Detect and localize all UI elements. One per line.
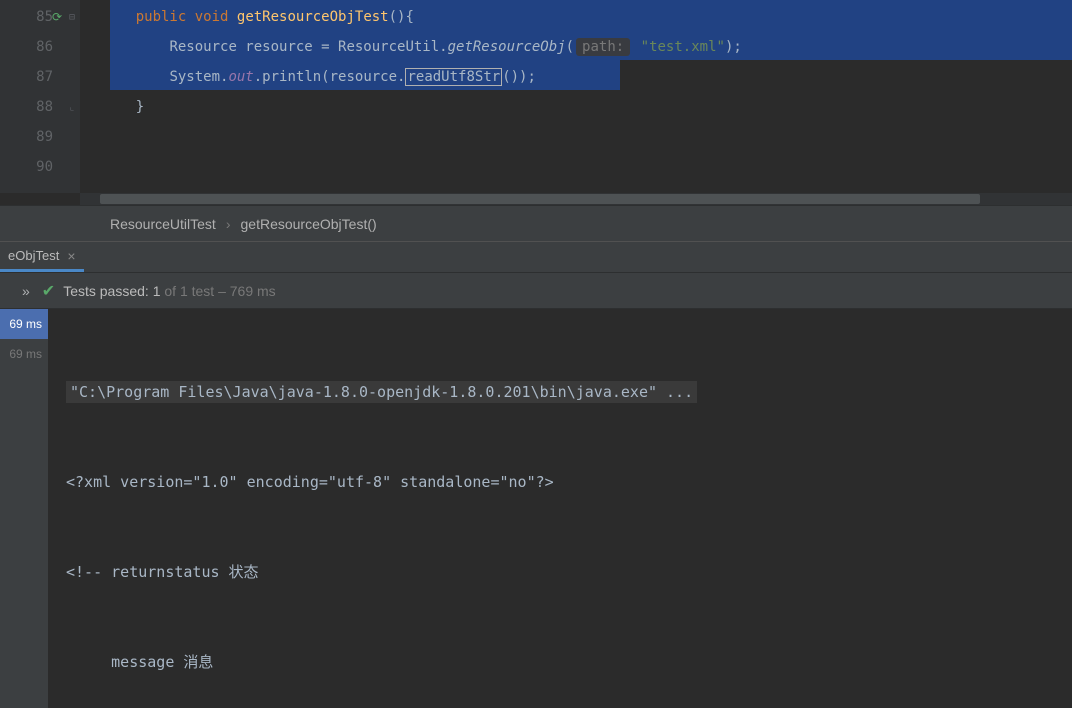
code-line[interactable]: }	[80, 92, 1072, 122]
gutter-line[interactable]: 87	[0, 62, 79, 92]
line-number: 88	[36, 99, 53, 115]
line-number: 86	[36, 39, 53, 55]
param-hint: path:	[576, 38, 630, 56]
code-text: System.	[169, 69, 228, 85]
close-icon[interactable]: ×	[67, 248, 75, 264]
gutter-line[interactable]: 89	[0, 122, 79, 152]
code-text: (){	[389, 9, 414, 25]
breadcrumb-separator: ›	[226, 216, 231, 232]
test-status-bar: » ✔ Tests passed: 1 of 1 test – 769 ms	[0, 273, 1072, 309]
run-tab[interactable]: eObjTest ×	[0, 242, 84, 272]
console-output[interactable]: "C:\Program Files\Java\java-1.8.0-openjd…	[48, 309, 1072, 708]
test-tree-item[interactable]: 69 ms	[0, 309, 48, 339]
line-number: 85	[36, 9, 53, 25]
gutter-line[interactable]: 86	[0, 32, 79, 62]
gutter-line[interactable]: 85 ⟳ ⊟	[0, 2, 79, 32]
code-text: .println(resource.	[254, 69, 406, 85]
code-lines[interactable]: public void getResourceObjTest(){ Resour…	[80, 0, 1072, 193]
test-status-text: Tests passed: 1 of 1 test – 769 ms	[63, 283, 275, 299]
code-line[interactable]	[80, 122, 1072, 152]
breadcrumb: ResourceUtilTest › getResourceObjTest()	[0, 205, 1072, 241]
tests-passed-label: Tests passed: 1	[63, 283, 160, 299]
gutter: 85 ⟳ ⊟ 86 87 88 ⌞ 89 90	[0, 0, 80, 193]
check-icon: ✔	[42, 281, 55, 301]
highlighted-identifier: readUtf8Str	[405, 68, 502, 86]
code-text: );	[725, 39, 742, 55]
test-duration: 69 ms	[9, 347, 42, 361]
console-line: message 消息	[66, 647, 1054, 677]
horizontal-scrollbar[interactable]	[80, 193, 1072, 205]
breadcrumb-item[interactable]: getResourceObjTest()	[241, 216, 377, 232]
line-number: 90	[36, 159, 53, 175]
keyword: public	[136, 9, 187, 25]
code-text: (	[566, 39, 574, 55]
run-output-area: 69 ms 69 ms "C:\Program Files\Java\java-…	[0, 309, 1072, 708]
method-name: getResourceObjTest	[237, 9, 389, 25]
console-line: <?xml version="1.0" encoding="utf-8" sta…	[66, 467, 1054, 497]
fold-icon[interactable]: ⊟	[69, 12, 75, 23]
test-tree-item[interactable]: 69 ms	[0, 339, 48, 369]
fold-end-icon[interactable]: ⌞	[69, 102, 75, 113]
breadcrumb-item[interactable]: ResourceUtilTest	[110, 216, 216, 232]
tool-window-tabs: eObjTest ×	[0, 241, 1072, 273]
command-line: "C:\Program Files\Java\java-1.8.0-openjd…	[66, 381, 697, 403]
gutter-line[interactable]: 88 ⌞	[0, 92, 79, 122]
code-line[interactable]: System.out.println(resource.readUtf8Str(…	[80, 62, 1072, 92]
scrollbar-thumb[interactable]	[100, 194, 980, 204]
code-line[interactable]: Resource resource = ResourceUtil.getReso…	[80, 32, 1072, 62]
test-tree: 69 ms 69 ms	[0, 309, 48, 708]
code-line[interactable]	[80, 152, 1072, 182]
static-method: getResourceObj	[448, 39, 566, 55]
test-duration: 69 ms	[9, 317, 42, 331]
code-line[interactable]: public void getResourceObjTest(){	[80, 2, 1072, 32]
console-line: "C:\Program Files\Java\java-1.8.0-openjd…	[66, 377, 1054, 407]
tab-label: eObjTest	[8, 248, 59, 263]
editor-area: 85 ⟳ ⊟ 86 87 88 ⌞ 89 90 public void getR…	[0, 0, 1072, 205]
line-number: 87	[36, 69, 53, 85]
code-text: Resource resource = ResourceUtil.	[169, 39, 447, 55]
keyword: void	[195, 9, 229, 25]
run-test-icon[interactable]: ⟳	[52, 10, 62, 24]
code-area: 85 ⟳ ⊟ 86 87 88 ⌞ 89 90 public void getR…	[0, 0, 1072, 193]
tests-total-label: of 1 test – 769 ms	[160, 283, 275, 299]
console-line: <!-- returnstatus 状态	[66, 557, 1054, 587]
gutter-line[interactable]: 90	[0, 152, 79, 182]
code-text: }	[136, 99, 144, 115]
line-number: 89	[36, 129, 53, 145]
code-text: ());	[502, 69, 536, 85]
field: out	[228, 69, 253, 85]
string-literal: "test.xml"	[641, 39, 725, 55]
expand-icon[interactable]: »	[22, 283, 30, 299]
